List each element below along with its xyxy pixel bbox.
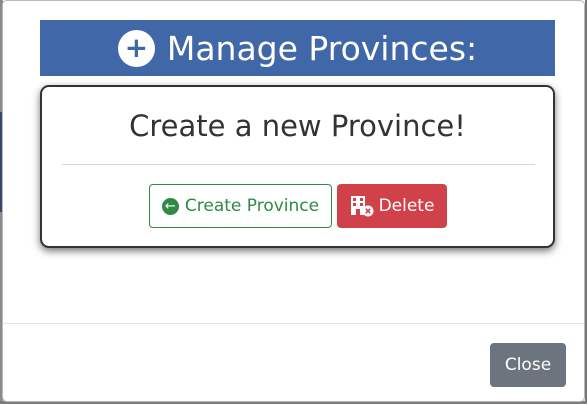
modal-footer-divider [3,323,584,324]
create-province-card: Create a new Province! ← Create Province [40,85,555,248]
building-remove-icon [350,195,374,217]
create-province-label: Create Province [184,196,320,216]
card-title: Create a new Province! [129,109,466,143]
manage-provinces-modal: + Manage Provinces: Create a new Provinc… [2,0,585,402]
delete-label: Delete [378,196,435,216]
card-divider [62,164,535,165]
plus-circle-icon: + [117,29,155,67]
modal-title: Manage Provinces: [166,28,478,68]
arrow-left-circle-icon: ← [161,197,179,215]
create-province-button[interactable]: ← Create Province [149,184,332,228]
close-button[interactable]: Close [490,343,566,387]
modal-header: + Manage Provinces: [40,20,555,76]
delete-button[interactable]: Delete [337,184,447,228]
